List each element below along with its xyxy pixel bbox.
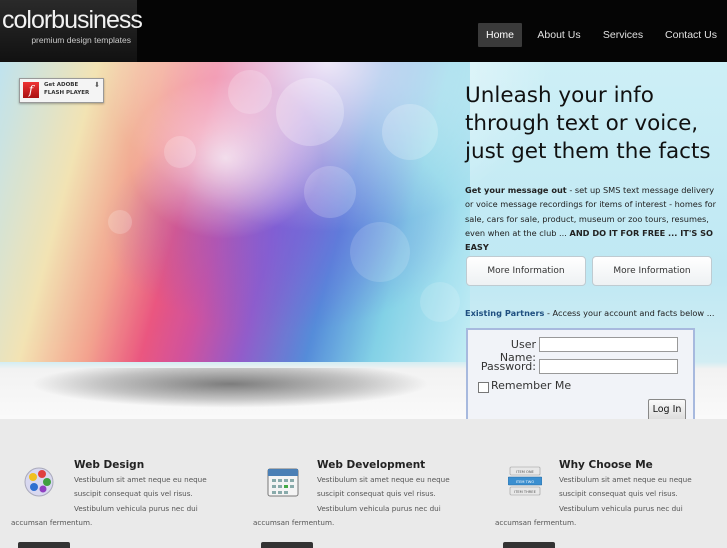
headline-line: through text or voice, — [465, 111, 699, 136]
feature-text-line: Vestibulum sit amet neque eu neque — [74, 475, 207, 484]
logo-tagline: premium design templates — [31, 35, 131, 45]
feature-text-line: accumsan fermentum. — [11, 518, 93, 527]
more-information-button[interactable]: More Information — [466, 256, 586, 286]
feature-title: Web Development — [317, 459, 426, 471]
feature-text-line: accumsan fermentum. — [495, 518, 577, 527]
password-field[interactable] — [539, 359, 678, 374]
feature-text-line: suscipit consequat quis vel risus. — [74, 489, 193, 498]
feature-text-line: suscipit consequat quis vel risus. — [317, 489, 436, 498]
login-form: User Name: Password: Remember Me Log In — [466, 328, 695, 419]
more-information-button[interactable]: More Information — [592, 256, 712, 286]
site-header: colorbusiness premium design templates H… — [0, 0, 727, 62]
features-section: Web Design Vestibulum sit amet neque eu … — [0, 428, 727, 548]
flash-badge-line2: FLASH PLAYER — [44, 90, 90, 96]
flash-badge-line1: Get ADOBE — [44, 82, 79, 88]
calendar-icon — [267, 468, 299, 497]
feature-text-line: Vestibulum sit amet neque eu neque — [317, 475, 450, 484]
list-icon: ITEM ONE ITEM TWO ITEM THREE — [508, 466, 542, 496]
download-arrow-icon: ⬇ — [94, 81, 100, 89]
logo[interactable]: colorbusiness premium design templates — [0, 0, 143, 62]
password-label: Password: — [480, 360, 536, 373]
remember-me-label[interactable]: Remember Me — [491, 379, 571, 392]
nav-about-us[interactable]: About Us — [533, 23, 585, 47]
login-button[interactable]: Log In — [648, 399, 686, 419]
floor-shadow — [30, 368, 430, 408]
bokeh-decoration — [108, 70, 460, 322]
hero-intro: Get your message out - set up SMS text m… — [465, 183, 723, 254]
feature-text-line: Vestibulum sit amet neque eu neque — [559, 475, 692, 484]
username-field[interactable] — [539, 337, 678, 352]
headline-line: Unleash your info — [465, 83, 654, 108]
feature-text-line: Vestibulum vehicula purus nec dui — [317, 504, 441, 513]
flash-icon: f — [23, 82, 39, 98]
feature-button[interactable] — [18, 542, 70, 548]
feature-button[interactable] — [503, 542, 555, 548]
feature-title: Why Choose Me — [559, 459, 653, 471]
nav-home[interactable]: Home — [478, 23, 522, 47]
remember-me-checkbox[interactable] — [478, 382, 489, 393]
hero-banner: f Get ADOBE FLASH PLAYER ⬇ Unleash your … — [0, 62, 727, 419]
list-icon-item: ITEM ONE — [516, 470, 534, 474]
hero-headline: Unleash your info through text or voice,… — [465, 82, 725, 166]
partners-lead: Existing Partners — [465, 308, 545, 318]
list-icon-item: ITEM THREE — [514, 490, 536, 494]
logo-title: colorbusiness — [2, 6, 143, 34]
nav-services[interactable]: Services — [598, 23, 648, 47]
headline-line: just get them the facts — [465, 139, 711, 164]
feature-text-line: accumsan fermentum. — [253, 518, 335, 527]
palette-icon — [24, 467, 54, 497]
intro-lead: Get your message out — [465, 185, 567, 195]
feature-text-line: suscipit consequat quis vel risus. — [559, 489, 678, 498]
feature-button[interactable] — [261, 542, 313, 548]
existing-partners-text: Existing Partners - Access your account … — [465, 308, 723, 318]
flash-player-badge[interactable]: f Get ADOBE FLASH PLAYER ⬇ — [19, 78, 104, 103]
list-icon-item: ITEM TWO — [516, 480, 535, 484]
nav-contact-us[interactable]: Contact Us — [662, 23, 720, 47]
feature-text-line: Vestibulum vehicula purus nec dui — [559, 504, 683, 513]
feature-text-line: Vestibulum vehicula purus nec dui — [74, 504, 198, 513]
partners-text: - Access your account and facts below ..… — [544, 308, 715, 318]
feature-title: Web Design — [74, 459, 145, 471]
